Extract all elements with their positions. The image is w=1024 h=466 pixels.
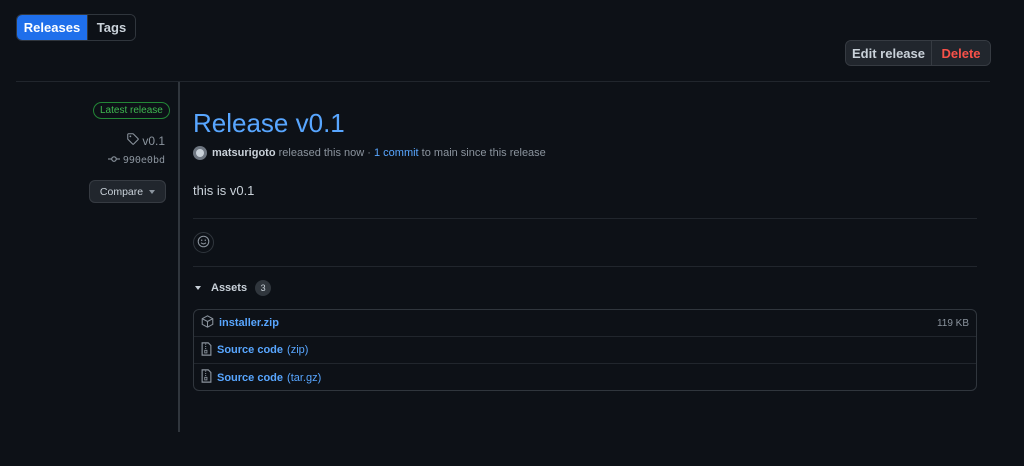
asset-row[interactable]: Source code (tar.gz) — [194, 364, 976, 391]
asset-ext: (tar.gz) — [287, 371, 322, 384]
divider — [193, 266, 977, 267]
compare-label: Compare — [99, 185, 144, 198]
commit-sha: 990e0bd — [122, 155, 165, 166]
assets-list: installer.zip 119 KB Source code (zip) S… — [193, 309, 977, 391]
edit-release-button[interactable]: Edit release — [846, 41, 931, 65]
release-body: this is v0.1 — [193, 183, 255, 198]
compare-button[interactable]: Compare — [89, 180, 166, 203]
file-zip-icon — [201, 369, 212, 386]
commits-suffix: to main since this release — [418, 147, 546, 159]
header-divider — [16, 81, 990, 82]
smiley-icon — [197, 235, 210, 251]
tag-icon — [127, 133, 140, 148]
assets-count-badge: 3 — [255, 280, 272, 296]
release-meta: matsurigoto released this now · 1 commit… — [193, 146, 546, 160]
tab-releases[interactable]: Releases — [17, 15, 87, 40]
avatar[interactable] — [193, 146, 207, 160]
released-text: released this now · — [275, 147, 374, 159]
commits-link[interactable]: 1 commit — [374, 147, 419, 159]
release-title[interactable]: Release v0.1 — [193, 107, 345, 139]
release-actions: Edit release Delete — [845, 40, 991, 66]
release-tabs: Releases Tags — [16, 14, 136, 41]
tab-tags[interactable]: Tags — [87, 15, 135, 40]
tag-label: v0.1 — [142, 133, 165, 148]
commit-link[interactable]: 990e0bd — [107, 154, 165, 167]
timeline-line — [178, 82, 180, 432]
asset-name: Source code — [217, 344, 284, 356]
tag-link[interactable]: v0.1 — [127, 133, 165, 148]
commit-icon — [107, 154, 120, 167]
add-reaction-button[interactable] — [193, 232, 214, 253]
package-icon — [201, 315, 214, 331]
delete-button[interactable]: Delete — [931, 41, 990, 65]
file-zip-icon — [201, 341, 212, 359]
asset-name: installer.zip — [219, 317, 279, 329]
asset-row[interactable]: installer.zip 119 KB — [194, 310, 976, 337]
triangle-down-icon — [195, 286, 201, 290]
latest-release-badge: Latest release — [93, 102, 170, 119]
asset-size: 119 KB — [936, 317, 969, 329]
asset-row[interactable]: Source code (zip) — [194, 337, 976, 364]
assets-label: Assets — [211, 282, 248, 294]
divider — [193, 218, 977, 219]
author-link[interactable]: matsurigoto — [212, 147, 276, 159]
asset-name: Source code — [217, 371, 284, 384]
chevron-down-icon — [149, 189, 156, 194]
asset-ext: (zip) — [287, 344, 309, 356]
assets-toggle[interactable]: Assets 3 — [195, 280, 272, 296]
